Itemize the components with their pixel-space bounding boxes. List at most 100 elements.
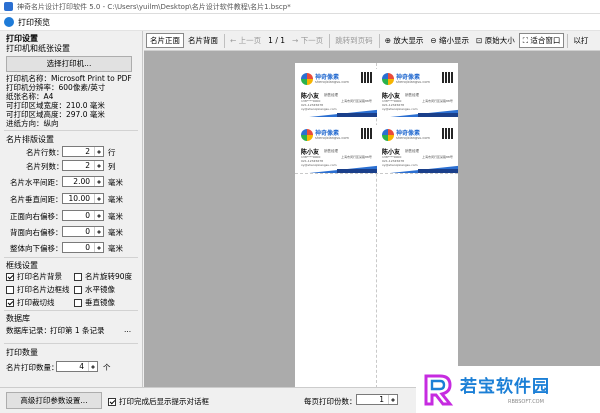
vgap-label: 名片垂直间距：	[10, 195, 63, 204]
checkbox-icon	[6, 285, 14, 294]
tab-back[interactable]: 名片背面	[185, 33, 221, 48]
spin-arrows-icon[interactable]	[94, 243, 103, 252]
toolbar-divider	[378, 33, 380, 48]
checkbox-checked-icon	[6, 272, 14, 281]
qr-code-icon	[442, 72, 453, 83]
qty-unit: 个	[103, 363, 111, 372]
qr-code-icon	[442, 128, 453, 139]
settings-panel: 打印设置 打印机和纸张设置 选择打印机... 打印机名称：Microsoft P…	[0, 31, 143, 413]
checkbox-label: 打印名片边框线	[17, 285, 70, 294]
card-address: 上海市闵行区某路88号	[422, 155, 453, 159]
rotate-90-checkbox[interactable]: 名片旋转90度	[74, 271, 132, 282]
card-email: xy@shenqixiangsu.com	[301, 163, 337, 167]
frame-group-title: 框线设置	[6, 261, 38, 270]
card-site: shenqixiangsu.com	[396, 136, 430, 140]
watermark-text: 若宝软件园	[460, 377, 550, 397]
dialog-title: 打印预览	[18, 17, 50, 27]
qty-group-title: 打印数量	[6, 348, 38, 357]
brand-logo-icon	[301, 73, 313, 85]
divider	[4, 343, 138, 344]
mirror-horizontal-checkbox[interactable]: 水平镜像	[74, 284, 115, 295]
spin-arrows-icon[interactable]	[94, 177, 103, 186]
original-size-label: 原始大小	[484, 36, 515, 45]
spin-arrows-icon[interactable]	[94, 161, 103, 170]
back-offset-value: 0	[85, 227, 90, 236]
checkbox-label: 打印名片背景	[17, 272, 62, 281]
spin-arrows-icon[interactable]	[88, 362, 97, 371]
cols-label: 名片列数：	[26, 162, 64, 171]
brand-logo-icon	[382, 129, 394, 141]
per-page-stepper[interactable]: 1	[356, 394, 398, 405]
jump-page-button[interactable]: 跳转到页码	[332, 33, 376, 48]
show-dialog-checkbox[interactable]: 打印完成后显示提示对话框	[108, 396, 209, 407]
watermark-sub: RBBSOFT.COM	[508, 399, 544, 405]
checkbox-icon	[74, 285, 82, 294]
qty-stepper[interactable]: 4	[56, 361, 98, 372]
prev-page-button[interactable]: ← 上一页	[227, 33, 264, 48]
qty-label: 名片打印数量：	[6, 363, 59, 372]
rows-value: 2	[85, 147, 90, 156]
tab-front[interactable]: 名片正面	[146, 33, 184, 48]
db-record-button[interactable]: ...	[124, 325, 131, 334]
spin-arrows-icon[interactable]	[94, 194, 103, 203]
spin-arrows-icon[interactable]	[94, 211, 103, 220]
original-size-icon: ⊡	[476, 36, 485, 45]
print-button[interactable]: 以打	[570, 33, 591, 48]
card-band-dark	[418, 113, 458, 117]
fit-window-button[interactable]: ⛶ 适合窗口	[518, 33, 565, 48]
card-band-dark	[337, 113, 377, 117]
select-printer-button[interactable]: 选择打印机...	[6, 56, 132, 72]
watermark: 若宝软件园 RBBSOFT.COM	[416, 366, 600, 413]
down-offset-stepper[interactable]: 0	[62, 242, 104, 253]
per-page-value: 1	[379, 395, 384, 404]
qty-value: 4	[79, 362, 84, 371]
print-border-checkbox[interactable]: 打印名片边框线	[6, 284, 70, 295]
print-background-checkbox[interactable]: 打印名片背景	[6, 271, 62, 282]
zoom-out-button[interactable]: ⊖ 缩小显示	[427, 33, 472, 48]
spin-arrows-icon[interactable]	[94, 227, 103, 236]
front-offset-value: 0	[85, 211, 90, 220]
hgap-unit: 毫米	[108, 178, 123, 187]
rows-label: 名片行数：	[26, 148, 64, 157]
fit-window-icon: ⛶	[522, 36, 531, 45]
down-offset-label: 整体向下偏移：	[10, 244, 63, 253]
page-indicator: 1 / 1	[268, 36, 286, 45]
checkbox-icon	[74, 272, 82, 281]
checkbox-icon	[74, 298, 82, 307]
card-site: shenqixiangsu.com	[315, 80, 349, 84]
toolbar-divider	[329, 33, 331, 48]
advanced-settings-button[interactable]: 高级打印参数设置...	[6, 392, 102, 409]
card-address: 上海市闵行区某路88号	[341, 155, 372, 159]
card-site: shenqixiangsu.com	[396, 80, 430, 84]
zoom-in-button[interactable]: ⊕ 放大显示	[382, 33, 427, 48]
arrow-left-icon: ←	[230, 36, 239, 45]
divider	[4, 130, 138, 131]
hgap-stepper[interactable]: 2.00	[62, 176, 104, 187]
app-icon	[4, 2, 13, 11]
print-cutline-checkbox[interactable]: 打印裁切线	[6, 297, 55, 308]
business-card: 神奇像素 shenqixiangsu.com 陈小友 销售经理 138****0…	[378, 125, 458, 173]
business-card: 神奇像素 shenqixiangsu.com 陈小友 销售经理 138****0…	[297, 125, 377, 173]
preview-toolbar: 名片正面 名片背面 ← 上一页 1 / 1 → 下一页 跳转到页码 ⊕ 放大显示…	[144, 31, 600, 51]
business-card: 神奇像素 shenqixiangsu.com 陈小友 销售经理 138****0…	[378, 69, 458, 117]
back-offset-stepper[interactable]: 0	[62, 226, 104, 237]
card-email: xy@shenqixiangsu.com	[382, 107, 418, 111]
checkbox-label: 打印裁切线	[17, 298, 55, 307]
print-preview-icon	[4, 17, 14, 27]
card-email: xy@shenqixiangsu.com	[382, 163, 418, 167]
watermark-logo-icon	[424, 374, 454, 406]
front-offset-stepper[interactable]: 0	[62, 210, 104, 221]
mirror-vertical-checkbox[interactable]: 垂直镜像	[74, 297, 115, 308]
checkbox-label: 名片旋转90度	[85, 272, 133, 281]
fit-window-label: 适合窗口	[530, 36, 561, 45]
rows-stepper[interactable]: 2	[62, 146, 104, 157]
next-page-button[interactable]: → 下一页	[289, 33, 326, 48]
original-size-button[interactable]: ⊡ 原始大小	[473, 33, 518, 48]
card-role: 销售经理	[405, 149, 419, 153]
vgap-stepper[interactable]: 10.00	[62, 193, 104, 204]
per-page-label: 每页打印份数：	[304, 397, 357, 406]
cols-stepper[interactable]: 2	[62, 160, 104, 171]
preview-area: 神奇像素 shenqixiangsu.com 陈小友 销售经理 138****0…	[144, 51, 600, 387]
spin-arrows-icon[interactable]	[94, 147, 103, 156]
spin-arrows-icon[interactable]	[388, 395, 397, 404]
